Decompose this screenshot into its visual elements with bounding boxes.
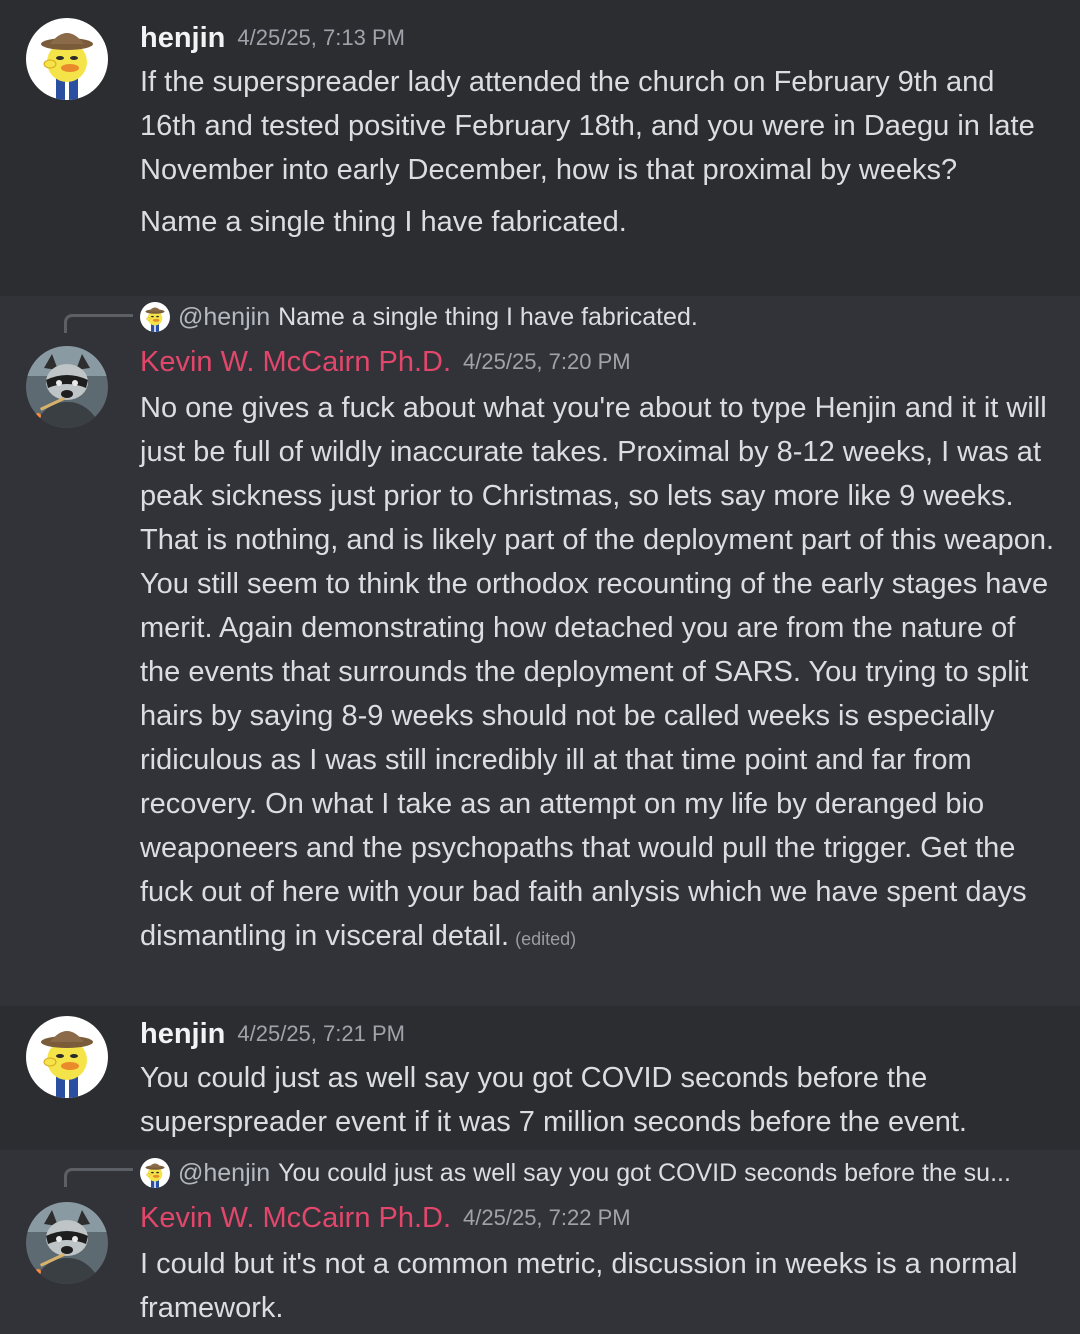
author-name[interactable]: henjin — [140, 1018, 225, 1050]
message-text: You could just as well say you got COVID… — [140, 1062, 967, 1138]
message-content: I could but it's not a common metric, di… — [140, 1242, 1055, 1330]
reply-text: You could just as well say you got COVID… — [278, 1158, 1011, 1187]
henjin-avatar-small — [140, 1158, 170, 1188]
timestamp[interactable]: 4/25/25, 7:20 PM — [463, 349, 631, 374]
author-name[interactable]: Kevin W. McCairn Ph.D. — [140, 346, 451, 378]
timestamp[interactable]: 4/25/25, 7:13 PM — [237, 25, 405, 50]
reply-spine — [64, 314, 133, 333]
author-name[interactable]: henjin — [140, 22, 225, 54]
reply-mention[interactable]: @henjin — [178, 1159, 270, 1188]
timestamp[interactable]: 4/25/25, 7:22 PM — [463, 1205, 631, 1230]
henjin-avatar[interactable] — [26, 18, 108, 100]
message-content: If the superspreader lady attended the c… — [140, 60, 1055, 244]
reply-text: Name a single thing I have fabricated. — [278, 302, 698, 331]
reply-preview[interactable]: @henjin You could just as well say you g… — [140, 1156, 1011, 1190]
edited-label: (edited) — [515, 929, 577, 949]
message-kevin-1[interactable]: @henjin Name a single thing I have fabri… — [0, 296, 1080, 1006]
message-henjin-2[interactable]: henjin 4/25/25, 7:21 PM You could just as… — [0, 1006, 1080, 1150]
message-kevin-2[interactable]: @henjin You could just as well say you g… — [0, 1150, 1080, 1334]
raccoon-avatar[interactable] — [26, 346, 108, 428]
raccoon-avatar[interactable] — [26, 1202, 108, 1284]
reply-mention[interactable]: @henjin — [178, 303, 270, 332]
message-header: henjin 4/25/25, 7:13 PM — [140, 22, 405, 55]
message-henjin-1[interactable]: henjin 4/25/25, 7:13 PM If the supersprea… — [0, 0, 1080, 296]
timestamp[interactable]: 4/25/25, 7:21 PM — [237, 1021, 405, 1046]
henjin-avatar-small — [140, 302, 170, 332]
message-header: Kevin W. McCairn Ph.D. 4/25/25, 7:20 PM — [140, 346, 631, 379]
author-name[interactable]: Kevin W. McCairn Ph.D. — [140, 1202, 451, 1234]
henjin-avatar[interactable] — [26, 1016, 108, 1098]
message-header: Kevin W. McCairn Ph.D. 4/25/25, 7:22 PM — [140, 1202, 631, 1235]
message-paragraph: Name a single thing I have fabricated. — [140, 206, 627, 238]
message-header: henjin 4/25/25, 7:21 PM — [140, 1018, 405, 1051]
reply-preview[interactable]: @henjin Name a single thing I have fabri… — [140, 300, 698, 334]
message-paragraph: If the superspreader lady attended the c… — [140, 66, 1035, 186]
chat-log: henjin 4/25/25, 7:13 PM If the supersprea… — [0, 0, 1080, 1334]
message-content: You could just as well say you got COVID… — [140, 1056, 1055, 1144]
message-text: I could but it's not a common metric, di… — [140, 1248, 1018, 1324]
message-content: No one gives a fuck about what you're ab… — [140, 386, 1055, 961]
reply-spine — [64, 1168, 133, 1187]
message-text: No one gives a fuck about what you're ab… — [140, 392, 1055, 952]
